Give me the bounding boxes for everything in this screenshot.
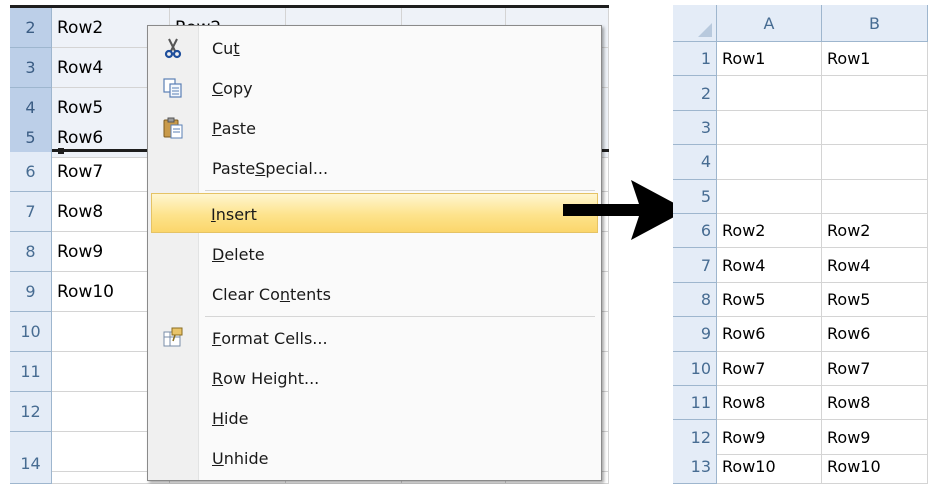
row-header[interactable]: 11 [10,352,52,392]
cell[interactable]: Row6 [822,317,928,352]
cell[interactable] [822,76,928,111]
cell[interactable]: Row7 [717,351,822,386]
table-row: 11 Row8 Row8 [673,386,928,421]
menu-item-label: Paste Special... [212,158,329,178]
menu-separator [205,190,595,191]
cell[interactable]: Row1 [822,42,928,77]
cell[interactable]: Row5 [822,282,928,318]
cell[interactable]: Row2 [822,214,928,249]
right-sheet: A B 1 Row1 Row1 2 3 4 5 6 Row2 Row2 7 Ro… [673,5,928,484]
paste-icon [162,117,184,139]
column-header-a[interactable]: A [717,5,822,42]
table-row: 7 Row4 Row4 [673,248,928,283]
table-row: 1 Row1 Row1 [673,42,928,77]
menu-item-delete[interactable]: Delete [150,234,599,274]
cell[interactable]: Row5 [717,282,822,318]
menu-item-label: Format Cells... [212,328,328,348]
menu-item-paste-special[interactable]: Paste Special... [150,148,599,188]
cell[interactable]: Row1 [717,42,822,77]
menu-item-format-cells[interactable]: Format Cells... [150,318,599,358]
row-header[interactable]: 10 [673,351,717,386]
column-header-b[interactable]: B [822,5,928,42]
menu-item-label: Cu t [212,38,240,58]
menu-item-label: Clear Co n tents [212,284,331,304]
menu-item-clear-contents[interactable]: Clear Co n tents [150,274,599,314]
menu-item-label: Unhide [212,448,269,468]
table-row: 6 Row2 Row2 [673,214,928,249]
table-row: 3 [673,110,928,146]
menu-item-hide[interactable]: Hide [150,398,599,438]
row-header[interactable]: 1 [673,42,717,77]
cell[interactable] [822,145,928,180]
copy-icon [162,77,184,99]
row-header[interactable]: 2 [673,76,717,111]
menu-item-unhide[interactable]: Unhide [150,438,599,478]
table-row: 4 [673,145,928,180]
cell[interactable]: Row8 [822,386,928,421]
menu-item-cut[interactable]: Cu t [150,28,599,68]
menu-item-paste[interactable]: Paste [150,108,599,148]
cell[interactable]: Row10 [822,450,928,484]
row-header[interactable]: 5 [673,179,717,214]
cell[interactable] [717,179,822,214]
row-header[interactable]: 14 [10,444,52,484]
right-arrow-icon [563,180,687,240]
row-header[interactable]: 3 [673,110,717,146]
fill-handle[interactable] [58,148,64,154]
table-row: 13 Row10 Row10 [673,450,928,484]
row-header[interactable]: 12 [10,392,52,432]
row-header[interactable]: 11 [673,386,717,421]
row-header[interactable]: 8 [10,232,52,272]
context-menu: Cu t Copy Paste Paste Special... I nsert… [147,25,602,481]
menu-item-label: Copy [212,78,253,98]
menu-item-copy[interactable]: Copy [150,68,599,108]
row-header[interactable]: 9 [10,272,52,312]
cell[interactable] [717,76,822,111]
row-header[interactable]: 7 [673,248,717,283]
cell[interactable]: Row7 [822,351,928,386]
row-header[interactable]: 2 [10,8,52,48]
menu-item-insert[interactable]: Insert [151,193,598,233]
table-row: 9 Row6 Row6 [673,317,928,352]
table-row: 2 [673,76,928,111]
table-row: 5 [673,179,928,214]
cell[interactable] [822,110,928,146]
format-cells-icon [162,327,184,349]
menu-item-label: Delete [212,244,265,264]
menu-item-label: Hide [212,408,249,428]
menu-item-row-height[interactable]: Row Height... [150,358,599,398]
row-header[interactable]: 6 [10,152,52,192]
row-header[interactable]: 6 [673,214,717,249]
cell[interactable] [717,110,822,146]
table-row: 10 Row7 Row7 [673,351,928,386]
menu-item-label: Row Height... [212,368,320,388]
scissors-icon [162,37,184,59]
cell[interactable]: Row4 [822,248,928,283]
cell[interactable]: Row10 [717,450,822,484]
row-header[interactable]: 8 [673,282,717,318]
row-header[interactable]: 10 [10,312,52,352]
column-header-row: A B [673,5,928,42]
table-row: 8 Row5 Row5 [673,282,928,318]
row-header[interactable]: 4 [673,145,717,180]
cell[interactable]: Row4 [717,248,822,283]
cell[interactable]: Row6 [717,317,822,352]
row-header[interactable]: 13 [673,450,717,484]
row-header[interactable]: 7 [10,192,52,232]
cell[interactable]: Row8 [717,386,822,421]
row-header[interactable]: 3 [10,48,52,88]
cell[interactable]: Row2 [717,214,822,249]
menu-item-label: Paste [212,118,256,138]
row-header[interactable]: 9 [673,317,717,352]
cell[interactable] [717,145,822,180]
menu-separator [205,316,595,317]
select-all-corner[interactable] [673,5,717,42]
menu-item-label: Insert [211,204,257,224]
cell[interactable] [822,179,928,214]
